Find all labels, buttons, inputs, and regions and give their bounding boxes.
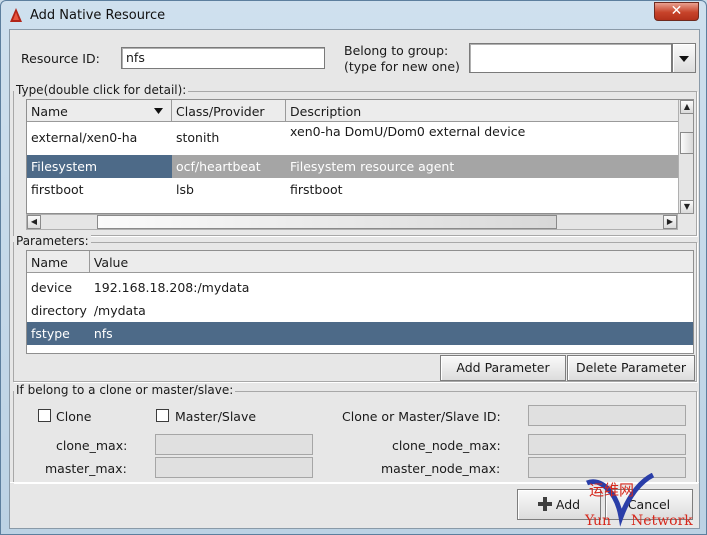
type-group-label: Type(double click for detail):: [14, 83, 189, 97]
clone-node-max-label: clone_node_max:: [392, 438, 501, 453]
scroll-down-icon[interactable]: ▼: [680, 200, 693, 213]
master-slave-checkbox[interactable]: [156, 409, 169, 422]
close-button[interactable]: ✕: [654, 2, 699, 21]
parameters-table-header: Name Value: [27, 251, 693, 273]
scroll-thumb[interactable]: [680, 132, 693, 154]
svg-text:运维网: 运维网: [589, 481, 634, 499]
master-max-label: master_max:: [45, 461, 127, 476]
col-header-name[interactable]: Name: [27, 100, 172, 122]
scroll-up-icon[interactable]: ▲: [680, 100, 693, 114]
table-row[interactable]: external/xen0-ha stonith xen0-ha DomU/Do…: [27, 122, 693, 153]
master-max-input[interactable]: [155, 457, 313, 478]
add-parameter-button[interactable]: Add Parameter: [440, 355, 566, 381]
table-row-selected[interactable]: fstype nfs: [27, 322, 693, 345]
sort-down-icon: [154, 108, 163, 114]
add-native-resource-dialog: Add Native Resource ✕ Resource ID: nfs B…: [0, 0, 707, 535]
clone-node-max-input[interactable]: [528, 434, 686, 455]
table-row[interactable]: device 192.168.18.208:/mydata: [27, 276, 693, 299]
chevron-down-icon: [679, 56, 689, 62]
plus-icon: [537, 497, 552, 511]
dialog-body: Resource ID: nfs Belong to group: (type …: [9, 29, 700, 529]
table-row-selected[interactable]: Filesystem ocf/heartbeat Filesystem reso…: [27, 155, 693, 178]
clone-max-label: clone_max:: [56, 438, 128, 453]
group-label-line1: Belong to group:: [344, 43, 449, 58]
scroll-right-icon[interactable]: ▶: [663, 215, 677, 229]
type-table-vscrollbar[interactable]: ▲ ▼: [678, 100, 693, 213]
master-node-max-label: master_node_max:: [381, 461, 501, 476]
clone-checkbox-label: Clone: [56, 409, 92, 424]
scroll-left-icon[interactable]: ◀: [27, 215, 41, 229]
type-table: Name Class/Provider Description external…: [26, 99, 694, 214]
parameters-table: Name Value device 192.168.18.208:/mydata…: [26, 250, 694, 354]
table-row[interactable]: firstboot lsb firstboot: [27, 178, 693, 201]
svg-text:Network: Network: [631, 513, 693, 529]
group-dropdown-button[interactable]: [672, 43, 696, 73]
group-combo-input[interactable]: [469, 43, 672, 73]
group-label-line2: (type for new one): [344, 59, 460, 74]
col-header-class[interactable]: Class/Provider: [172, 100, 286, 122]
yun-network-watermark-logo: 运维网 Yun Network: [584, 473, 693, 529]
app-icon: [10, 8, 22, 22]
window-title: Add Native Resource: [30, 8, 166, 23]
svg-text:Yun: Yun: [584, 513, 611, 529]
parameters-group-label: Parameters:: [14, 234, 91, 248]
resource-id-input[interactable]: nfs: [121, 47, 325, 69]
clone-checkbox[interactable]: [38, 409, 51, 422]
col-header-param-name[interactable]: Name: [27, 251, 90, 273]
clone-id-label: Clone or Master/Slave ID:: [342, 409, 501, 424]
clone-max-input[interactable]: [155, 434, 313, 455]
clone-id-input[interactable]: [528, 405, 686, 426]
table-row[interactable]: directory /mydata: [27, 299, 693, 322]
delete-parameter-button[interactable]: Delete Parameter: [567, 355, 695, 381]
col-header-param-value[interactable]: Value: [90, 251, 693, 273]
resource-id-label: Resource ID:: [21, 51, 100, 66]
type-table-hscrollbar[interactable]: ◀ ▶: [26, 214, 678, 230]
type-table-header: Name Class/Provider Description: [27, 100, 693, 122]
hscroll-thumb[interactable]: [97, 215, 557, 229]
col-header-description[interactable]: Description: [286, 100, 678, 122]
title-bar[interactable]: Add Native Resource ✕: [1, 1, 706, 29]
clone-group-label: If belong to a clone or master/slave:: [14, 383, 236, 397]
master-slave-checkbox-label: Master/Slave: [175, 409, 257, 424]
